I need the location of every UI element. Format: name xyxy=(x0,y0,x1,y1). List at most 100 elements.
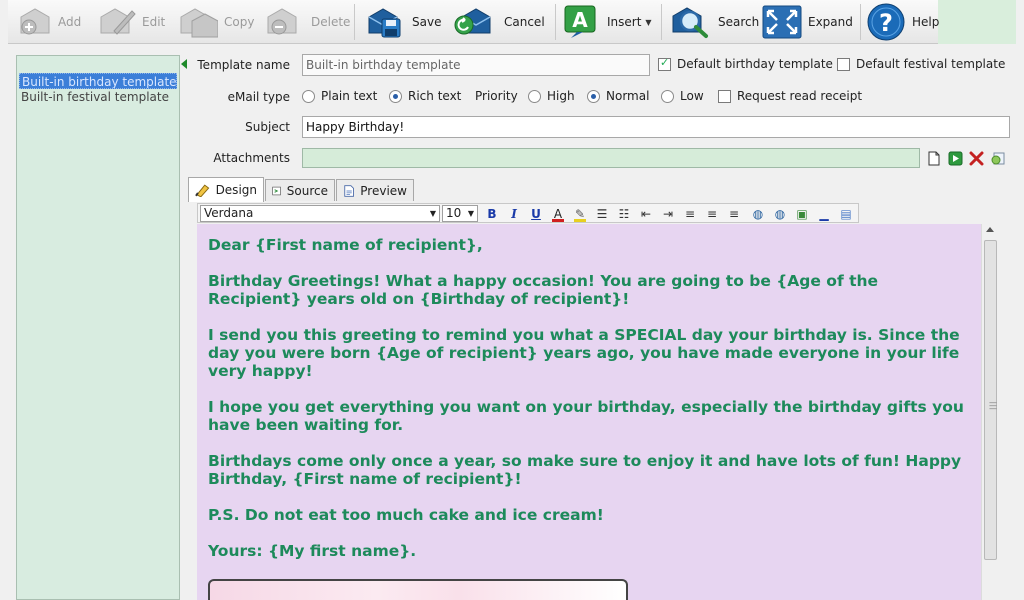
horizontal-rule-icon[interactable]: ▁ xyxy=(816,206,832,222)
birthday-image[interactable] xyxy=(208,579,628,600)
tab-preview[interactable]: Preview xyxy=(336,179,414,201)
font-color-icon[interactable]: A xyxy=(550,206,566,222)
tab-design[interactable]: Design xyxy=(188,177,264,202)
help-icon: ? xyxy=(867,3,905,41)
tab-source-label: Source xyxy=(286,183,328,198)
priority-normal-radio[interactable] xyxy=(587,90,600,103)
email-type-label: eMail type xyxy=(227,90,290,104)
template-name-label: Template name xyxy=(197,58,290,72)
highlight-color-icon[interactable]: ✎ xyxy=(572,206,588,222)
main-toolbar: Add Edit Copy Delete Save Cancel A Inser… xyxy=(8,0,1016,44)
add-label: Add xyxy=(58,15,82,29)
default-birthday-label: Default birthday template xyxy=(677,57,833,71)
remove-link-icon[interactable]: ◍ xyxy=(772,206,788,222)
plain-text-radio[interactable] xyxy=(302,90,315,103)
cancel-label: Cancel xyxy=(504,15,545,29)
toolbar-separator xyxy=(354,4,355,40)
postscript-paragraph: P.S. Do not eat too much cake and ice cr… xyxy=(208,506,604,524)
edit-button[interactable]: Edit xyxy=(98,0,165,44)
attachment-settings-icon[interactable] xyxy=(990,150,1006,166)
template-item-birthday[interactable]: Built-in birthday template xyxy=(19,73,177,89)
attachments-field[interactable] xyxy=(302,148,920,168)
cancel-icon xyxy=(454,8,491,35)
body-paragraph: Birthdays come only once a year, so make… xyxy=(208,452,962,488)
outdent-icon[interactable]: ⇤ xyxy=(638,206,654,222)
svg-text:A: A xyxy=(572,8,588,32)
tab-design-label: Design xyxy=(215,183,257,197)
read-receipt-checkbox[interactable] xyxy=(718,90,731,103)
priority-low-label: Low xyxy=(680,89,704,103)
align-right-icon[interactable]: ≡ xyxy=(726,206,742,222)
tab-preview-label: Preview xyxy=(360,183,407,198)
preview-icon xyxy=(344,184,354,197)
search-button[interactable]: Search xyxy=(670,0,759,44)
italic-icon[interactable]: I xyxy=(506,206,522,222)
open-attachment-icon[interactable] xyxy=(948,151,963,166)
copy-button[interactable]: Copy xyxy=(178,0,254,44)
template-item-festival[interactable]: Built-in festival template xyxy=(19,89,177,105)
remove-attachment-icon[interactable] xyxy=(969,151,984,166)
delete-icon xyxy=(267,8,297,35)
insert-button[interactable]: A Insert ▼ xyxy=(563,0,652,44)
font-family-value: Verdana xyxy=(204,206,254,220)
priority-high-radio[interactable] xyxy=(528,90,541,103)
delete-label: Delete xyxy=(311,15,351,29)
scroll-up-icon[interactable] xyxy=(986,227,994,232)
body-paragraph: Birthday Greetings! What a happy occasio… xyxy=(208,272,879,308)
align-center-icon[interactable]: ≡ xyxy=(704,206,720,222)
subject-input[interactable]: Happy Birthday! xyxy=(302,116,1010,138)
underline-icon[interactable]: U xyxy=(528,206,544,222)
copy-icon xyxy=(180,8,218,38)
priority-normal-label: Normal xyxy=(606,89,650,103)
attachments-label: Attachments xyxy=(213,151,290,165)
align-left-icon[interactable]: ≡ xyxy=(682,206,698,222)
background-color-icon[interactable]: ▤ xyxy=(838,206,854,222)
priority-low-radio[interactable] xyxy=(661,90,674,103)
default-birthday-checkbox[interactable] xyxy=(658,56,671,71)
add-button[interactable]: Add xyxy=(18,0,81,44)
help-label: Help xyxy=(912,15,940,29)
editor-scrollbar[interactable]: — — — xyxy=(981,224,998,600)
indent-icon[interactable]: ⇥ xyxy=(660,206,676,222)
font-size-select[interactable]: 10 ▼ xyxy=(442,205,478,222)
save-icon xyxy=(368,8,401,38)
help-button[interactable]: ? Help xyxy=(866,0,939,44)
rich-text-radio[interactable] xyxy=(389,90,402,103)
priority-high-label: High xyxy=(547,89,575,103)
numbered-list-icon[interactable]: ☰ xyxy=(594,206,610,222)
rich-text-label: Rich text xyxy=(408,89,462,103)
message-editor[interactable]: Dear {First name of recipient}, Birthday… xyxy=(197,224,981,600)
expand-icon xyxy=(762,5,802,39)
bullet-list-icon[interactable]: ☷ xyxy=(616,206,632,222)
scroll-thumb[interactable]: — — — xyxy=(984,240,997,560)
search-icon xyxy=(672,7,708,38)
new-attachment-icon[interactable] xyxy=(927,151,941,166)
expand-label: Expand xyxy=(808,15,853,29)
save-button[interactable]: Save xyxy=(366,0,441,44)
svg-text:?: ? xyxy=(879,9,893,37)
template-list: Built-in birthday template Built-in fest… xyxy=(16,55,187,600)
body-paragraph: I hope you get everything you want on yo… xyxy=(208,398,964,434)
chevron-down-icon: ▼ xyxy=(645,17,652,27)
edit-icon xyxy=(100,8,136,35)
bold-icon[interactable]: B xyxy=(484,206,500,222)
template-name-input[interactable]: Built-in birthday template xyxy=(302,54,650,76)
insert-image-icon[interactable]: ▣ xyxy=(794,206,810,222)
font-family-select[interactable]: Verdana ▼ xyxy=(200,205,440,222)
cancel-button[interactable]: Cancel xyxy=(452,0,545,44)
design-icon xyxy=(195,184,210,197)
collapse-panel-icon[interactable] xyxy=(181,59,187,69)
subject-label: Subject xyxy=(245,120,290,134)
toolbar-separator xyxy=(860,4,861,40)
message-body: Dear {First name of recipient}, Birthday… xyxy=(208,236,973,578)
delete-button[interactable]: Delete xyxy=(265,0,350,44)
insert-link-icon[interactable]: ◍ xyxy=(750,206,766,222)
greeting-paragraph: Dear {First name of recipient}, xyxy=(208,236,483,254)
default-festival-checkbox[interactable] xyxy=(837,58,850,71)
copy-label: Copy xyxy=(224,15,255,29)
expand-button[interactable]: Expand xyxy=(762,0,853,44)
toolbar-separator xyxy=(661,4,662,40)
tab-source[interactable]: Source xyxy=(265,179,335,201)
priority-label: Priority xyxy=(475,89,518,103)
toolbar-separator xyxy=(555,4,556,40)
